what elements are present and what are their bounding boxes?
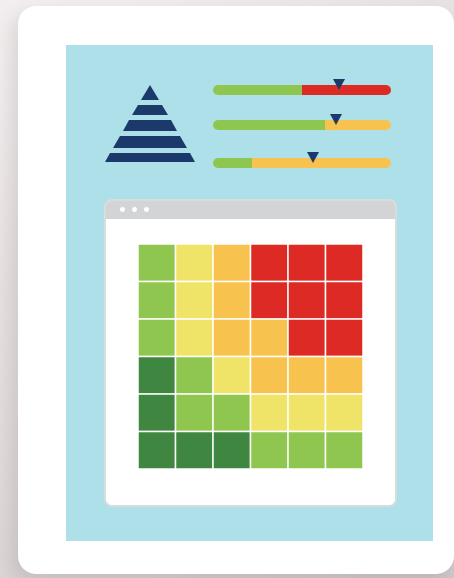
heatmap-cell-yellow bbox=[287, 393, 327, 433]
gauge-bar-1 bbox=[213, 79, 391, 95]
pyramid-tier-1 bbox=[141, 85, 159, 100]
heatmap-cell-orange bbox=[212, 244, 252, 283]
heatmap-cell-green bbox=[212, 393, 252, 433]
heatmap-cell-red bbox=[249, 280, 289, 320]
gauge-segment-orange bbox=[252, 158, 391, 168]
heatmap-cell-red bbox=[324, 280, 363, 320]
heatmap-cell-dark_green bbox=[174, 430, 214, 469]
window-titlebar bbox=[106, 201, 395, 219]
heatmap-cell-red bbox=[324, 244, 363, 283]
heatmap-cell-green bbox=[324, 430, 363, 469]
heatmap-cell-dark_green bbox=[138, 393, 177, 433]
gauge-track bbox=[213, 85, 391, 95]
heatmap-cell-red bbox=[287, 280, 327, 320]
heatmap-cell-dark_green bbox=[138, 355, 177, 395]
heatmap-cell-green bbox=[287, 430, 327, 469]
pyramid-tier-5 bbox=[105, 153, 195, 162]
window-dot-icon bbox=[144, 207, 149, 212]
gauge-marker-icon bbox=[333, 79, 346, 90]
heatmap-cell-red bbox=[287, 318, 327, 358]
gauge-bar-3 bbox=[213, 152, 391, 168]
pyramid-tier-2 bbox=[132, 105, 168, 115]
heatmap-cell-yellow bbox=[174, 280, 214, 320]
heatmap-cell-orange bbox=[212, 280, 252, 320]
heatmap-cell-orange bbox=[249, 318, 289, 358]
heatmap-cell-green bbox=[138, 244, 177, 283]
heatmap-cell-yellow bbox=[174, 318, 214, 358]
heatmap-cell-orange bbox=[212, 318, 252, 358]
gauge-marker-icon bbox=[329, 114, 342, 125]
window-dot-icon bbox=[132, 207, 137, 212]
heatmap-cell-orange bbox=[287, 355, 327, 395]
pyramid-icon bbox=[105, 85, 195, 162]
heatmap-cell-red bbox=[324, 318, 363, 358]
gauge-segment-green bbox=[213, 85, 302, 95]
gauge-track bbox=[213, 158, 391, 168]
gauge-segment-green bbox=[213, 120, 326, 130]
pyramid-tier-3 bbox=[123, 120, 177, 131]
heatmap-cell-dark_green bbox=[138, 430, 177, 469]
heatmap-cell-yellow bbox=[212, 355, 252, 395]
pyramid-tier-4 bbox=[113, 136, 187, 148]
heatmap-cell-yellow bbox=[174, 244, 214, 283]
gauge-track bbox=[213, 120, 391, 130]
heatmap-cell-yellow bbox=[249, 393, 289, 433]
window-dot-icon bbox=[120, 207, 125, 212]
gauge-segment-green bbox=[213, 158, 253, 168]
gauge-bar-2 bbox=[213, 114, 391, 130]
heatmap-cell-green bbox=[174, 355, 214, 395]
gauge-segment-red bbox=[302, 85, 391, 95]
heatmap-cell-orange bbox=[324, 355, 363, 395]
heatmap-cell-green bbox=[249, 430, 289, 469]
risk-heatmap bbox=[138, 244, 363, 469]
heatmap-cell-green bbox=[138, 318, 177, 358]
heatmap-cell-dark_green bbox=[212, 430, 252, 469]
heatmap-cell-orange bbox=[249, 355, 289, 395]
heatmap-cell-red bbox=[249, 244, 289, 283]
heatmap-cell-red bbox=[287, 244, 327, 283]
gauge-marker-icon bbox=[306, 152, 319, 163]
heatmap-cell-green bbox=[138, 280, 177, 320]
heatmap-cell-green bbox=[174, 393, 214, 433]
heatmap-cell-yellow bbox=[324, 393, 363, 433]
